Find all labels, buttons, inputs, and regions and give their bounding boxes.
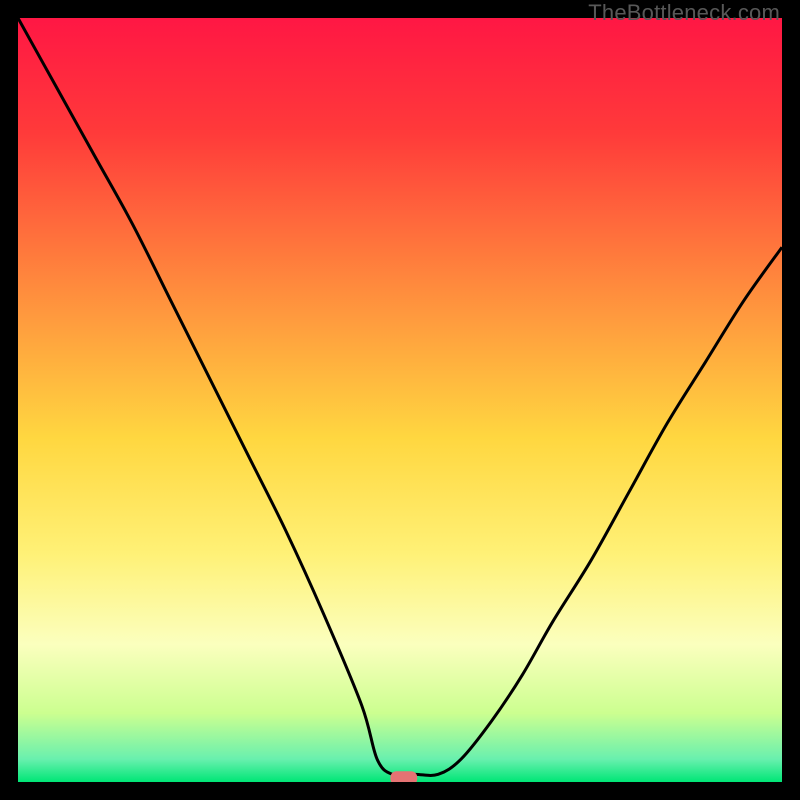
watermark-text: TheBottleneck.com <box>588 0 780 26</box>
optimal-marker <box>390 771 417 782</box>
chart-container: TheBottleneck.com <box>0 0 800 800</box>
bottleneck-chart <box>18 18 782 782</box>
plot-area <box>18 18 782 782</box>
gradient-background <box>18 18 782 782</box>
